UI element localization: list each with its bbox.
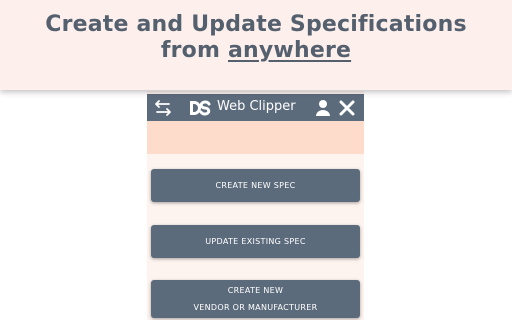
banner-emphasis: anywhere — [227, 38, 352, 63]
update-existing-spec-button[interactable]: UPDATE EXISTING SPEC — [151, 225, 360, 258]
promo-banner: Create and Update Specifications from an… — [0, 0, 512, 90]
create-vendor-label-line1: CREATE NEW — [227, 286, 284, 295]
user-icon[interactable] — [315, 99, 331, 117]
panel-header: Web Clipper — [147, 94, 364, 121]
banner-subline-prefix: from — [160, 38, 228, 63]
status-band — [147, 121, 364, 154]
app-title: Web Clipper — [217, 99, 296, 114]
create-new-spec-button[interactable]: CREATE NEW SPEC — [151, 169, 360, 202]
web-clipper-panel: Web Clipper CREATE NEW SPEC UPDATE EXIST… — [147, 91, 364, 320]
ds-logo-icon — [190, 100, 211, 116]
create-vendor-label-line2: VENDOR OR MANUFACTURER — [193, 303, 318, 312]
banner-subline: from anywhere — [0, 38, 512, 63]
banner-headline: Create and Update Specifications — [45, 12, 467, 37]
swap-arrows-icon[interactable] — [153, 98, 173, 118]
create-vendor-button[interactable]: CREATE NEW VENDOR OR MANUFACTURER — [151, 280, 360, 318]
close-icon[interactable] — [338, 99, 356, 117]
